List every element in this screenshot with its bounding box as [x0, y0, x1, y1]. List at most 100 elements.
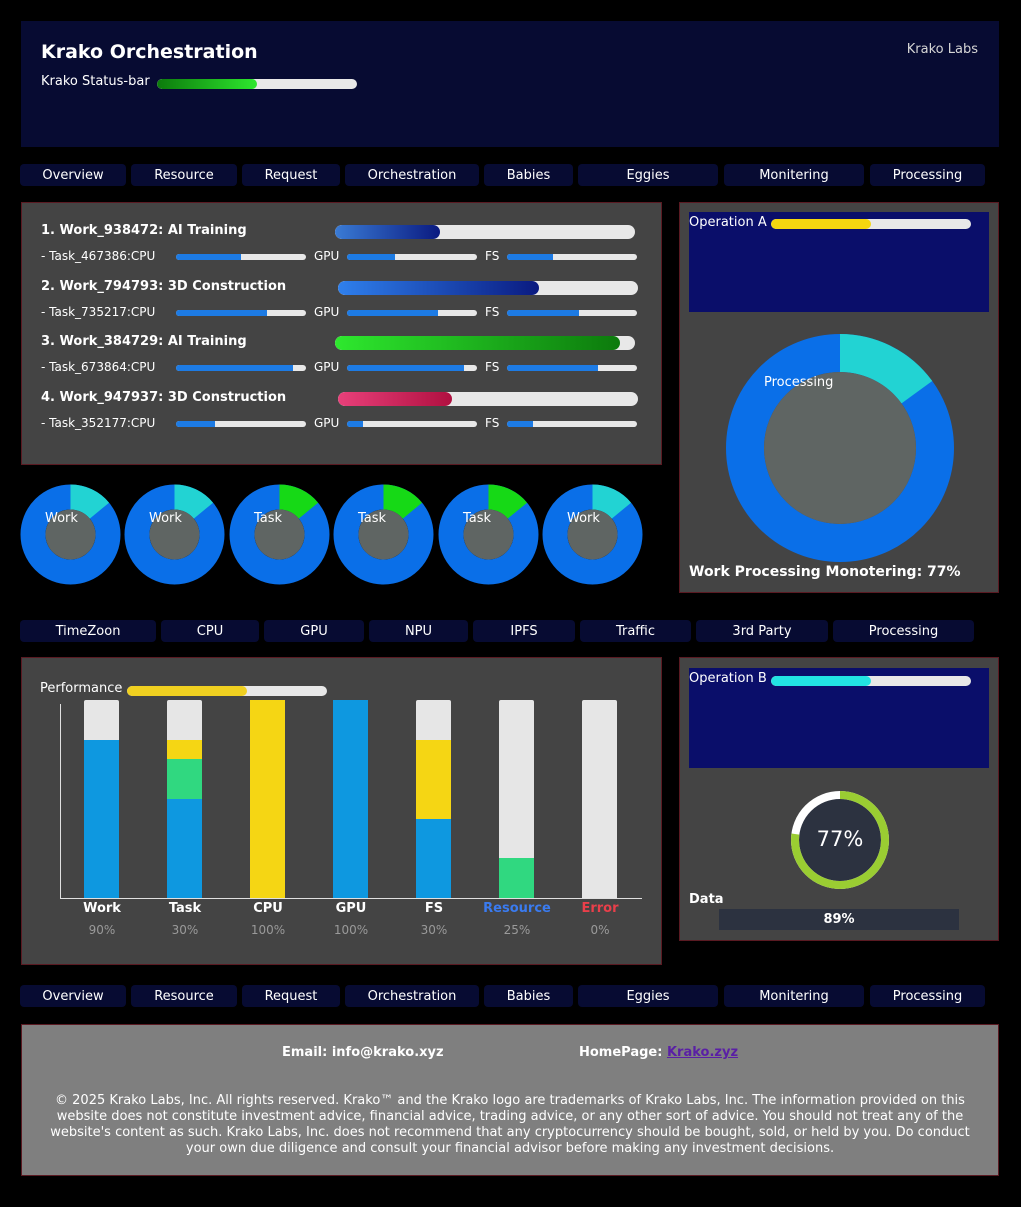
work-title: 4. Work_947937: 3D Construction	[41, 390, 287, 405]
nav-tab-overview[interactable]: Overview	[20, 985, 126, 1007]
cpu-bar	[176, 421, 306, 427]
mid-nav: TimeZoon CPU GPU NPU IPFS Traffic 3rd Party Pro…	[0, 620, 1021, 642]
processing-donut	[726, 334, 954, 562]
work-progress-fill	[338, 392, 452, 406]
work-progress-bar	[338, 392, 638, 406]
work-title: 2. Work_794793: 3D Construction	[41, 279, 287, 294]
fs-label: FS	[485, 360, 500, 374]
bar-percent-label: 100%	[333, 923, 369, 937]
operation-a-bar-fill	[771, 219, 871, 229]
bar-category-label: FS	[424, 901, 444, 916]
work-progress-fill	[335, 225, 440, 239]
small-donut-label: Task	[254, 511, 283, 526]
operation-b-box: Operation B	[689, 668, 989, 768]
gpu-label: GPU	[314, 249, 340, 263]
operation-a-panel: Operation A Processing Work Processing M…	[679, 202, 999, 593]
gpu-bar-fill	[347, 254, 396, 260]
homepage-label: HomePage:	[579, 1045, 663, 1060]
fs-bar-fill	[507, 421, 533, 427]
small-donut: Task	[438, 484, 539, 585]
bar-percent-label: 30%	[171, 923, 199, 937]
company-name: Krako Labs	[906, 42, 978, 57]
task-label: - Task_735217:CPU	[41, 305, 156, 319]
nav-tab-request[interactable]: Request	[242, 985, 340, 1007]
bar-background	[582, 700, 617, 898]
nav-tab-monitering[interactable]: Monitering	[724, 985, 864, 1007]
bar-category-label: CPU	[253, 901, 283, 916]
nav-tab-orchestration[interactable]: Orchestration	[345, 985, 479, 1007]
work-progress-bar	[335, 336, 635, 350]
nav-tab-babies[interactable]: Babies	[484, 164, 573, 186]
nav-tab-orchestration[interactable]: Orchestration	[345, 164, 479, 186]
small-donut: Work	[124, 484, 225, 585]
nav-tab-gpu[interactable]: GPU	[264, 620, 364, 642]
processing-donut-label: Processing	[764, 375, 834, 390]
nav-tab-request[interactable]: Request	[242, 164, 340, 186]
operation-a-box: Operation A	[689, 212, 989, 312]
nav-tab-monitering[interactable]: Monitering	[724, 164, 864, 186]
data-gauge-value: 77%	[816, 827, 864, 851]
small-donuts-row: Work Work Task Task Task Work	[0, 484, 660, 586]
nav-tab-3rd-party[interactable]: 3rd Party	[696, 620, 828, 642]
operation-b-bar-fill	[771, 676, 871, 686]
nav-tab-timezoon[interactable]: TimeZoon	[20, 620, 156, 642]
gpu-label: GPU	[314, 360, 340, 374]
cpu-bar-fill	[176, 365, 293, 371]
fs-bar-fill	[507, 310, 579, 316]
operation-b-label: Operation B	[689, 671, 767, 686]
small-donut-label: Work	[45, 511, 78, 526]
nav-tab-babies[interactable]: Babies	[484, 985, 573, 1007]
cpu-bar-fill	[176, 421, 215, 427]
nav-tab-processing[interactable]: Processing	[870, 164, 985, 186]
small-donut: Work	[20, 484, 121, 585]
cpu-bar	[176, 310, 306, 316]
nav-tab-resource[interactable]: Resource	[131, 985, 237, 1007]
nav-tab-ipfs[interactable]: IPFS	[473, 620, 575, 642]
fs-bar	[507, 365, 637, 371]
homepage-link[interactable]: Krako.zyz	[667, 1045, 738, 1060]
operation-b-bar	[771, 676, 971, 686]
footer-homepage: HomePage: Krako.zyz	[579, 1045, 738, 1060]
fs-bar	[507, 421, 637, 427]
nav-tab-npu[interactable]: NPU	[369, 620, 468, 642]
header: Krako Orchestration Krako Labs Krako Sta…	[21, 21, 999, 147]
data-value: 89%	[719, 909, 959, 930]
statusbar-label: Krako Status-bar	[41, 74, 150, 89]
bar-category-label: Resource	[483, 901, 551, 916]
gpu-bar	[347, 365, 477, 371]
gpu-bar	[347, 254, 477, 260]
small-donut-label: Task	[463, 511, 492, 526]
bar-segment-fs	[416, 818, 451, 898]
nav-tab-eggies[interactable]: Eggies	[578, 985, 718, 1007]
cpu-bar-fill	[176, 310, 267, 316]
work-title: 3. Work_384729: AI Training	[41, 334, 247, 349]
fs-bar	[507, 310, 637, 316]
nav-tab-traffic[interactable]: Traffic	[580, 620, 691, 642]
bar-percent-label: 90%	[88, 923, 116, 937]
bar-category-label: Work	[83, 901, 121, 916]
bar-percent-label: 25%	[503, 923, 531, 937]
works-panel: 1. Work_938472: AI Training - Task_467386…	[21, 202, 662, 465]
gpu-bar-fill	[347, 310, 438, 316]
operation-b-panel: Operation B 77% Data 89%	[679, 657, 999, 941]
nav-tab-processing[interactable]: Processing	[833, 620, 974, 642]
gpu-bar	[347, 310, 477, 316]
small-donut: Task	[229, 484, 330, 585]
cpu-bar-fill	[176, 254, 241, 260]
small-donut: Task	[333, 484, 434, 585]
task-label: - Task_467386:CPU	[41, 249, 156, 263]
nav-tab-eggies[interactable]: Eggies	[578, 164, 718, 186]
email-label: Email:	[282, 1045, 328, 1060]
nav-tab-resource[interactable]: Resource	[131, 164, 237, 186]
work-progress-bar	[335, 225, 635, 239]
footer: Email: info@krako.xyz HomePage: Krako.zy…	[21, 1024, 999, 1176]
fs-label: FS	[485, 305, 500, 319]
bar-category-label: Task	[168, 901, 202, 916]
nav-tab-processing[interactable]: Processing	[870, 985, 985, 1007]
bottom-nav: Overview Resource Request Orchestration Babi…	[0, 985, 1021, 1007]
fs-bar-fill	[507, 254, 553, 260]
cpu-bar	[176, 254, 306, 260]
gpu-label: GPU	[314, 305, 340, 319]
nav-tab-overview[interactable]: Overview	[20, 164, 126, 186]
nav-tab-cpu[interactable]: CPU	[161, 620, 259, 642]
